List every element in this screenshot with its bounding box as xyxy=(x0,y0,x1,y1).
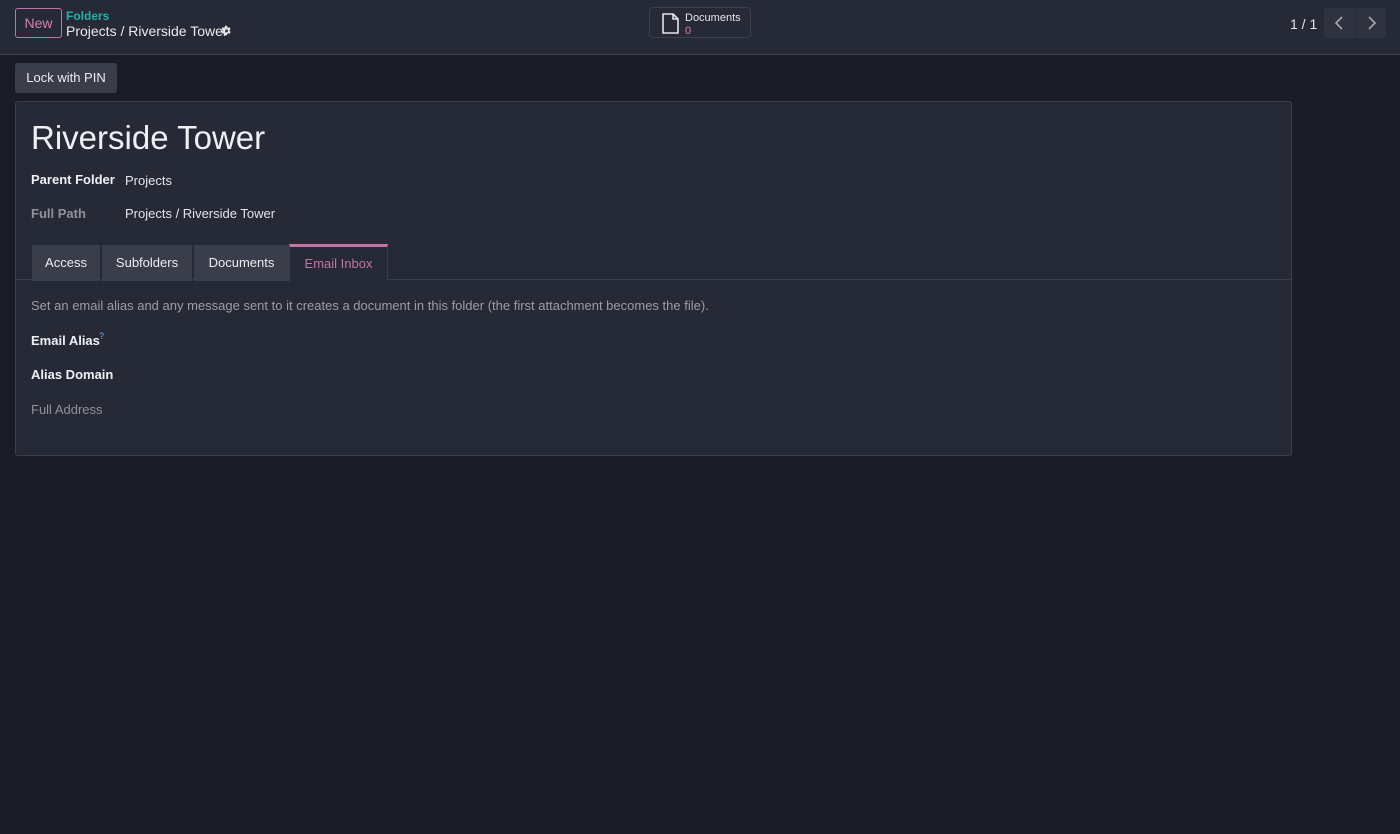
form-sheet: Riverside Tower Parent Folder Projects F… xyxy=(15,101,1292,456)
tab-access[interactable]: Access xyxy=(32,245,100,281)
breadcrumb-folders-link[interactable]: Folders xyxy=(66,9,109,23)
full-path-value: Projects / Riverside Tower xyxy=(125,206,276,221)
smart-button-count: 0 xyxy=(685,25,692,37)
email-alias-label: Email Alias xyxy=(31,333,100,348)
tab-subfolders[interactable]: Subfolders xyxy=(102,245,192,281)
email-inbox-help-text: Set an email alias and any message sent … xyxy=(31,298,709,313)
new-button[interactable]: New xyxy=(15,8,62,38)
parent-folder-field[interactable]: Projects xyxy=(125,173,172,188)
document-icon xyxy=(661,13,680,34)
smart-button-label: Documents xyxy=(685,12,741,24)
tab-email-inbox[interactable]: Email Inbox xyxy=(289,244,388,281)
chevron-left-icon xyxy=(1334,16,1343,30)
email-alias-tooltip[interactable]: ? xyxy=(99,331,104,341)
breadcrumb-current: Projects / Riverside Tower xyxy=(66,23,228,39)
gear-icon[interactable] xyxy=(219,24,232,37)
alias-domain-label: Alias Domain xyxy=(31,367,114,382)
pager-previous-button[interactable] xyxy=(1324,8,1355,38)
full-path-label: Full Path xyxy=(31,206,86,221)
notebook-tabs: Access Subfolders Documents Email Inbox xyxy=(16,244,1291,281)
pager-next-button[interactable] xyxy=(1355,8,1386,38)
parent-folder-label: Parent Folder xyxy=(31,172,115,187)
record-title[interactable]: Riverside Tower xyxy=(31,119,265,157)
pager-value[interactable]: 1 / 1 xyxy=(1290,16,1317,32)
tab-documents[interactable]: Documents xyxy=(194,245,289,281)
control-panel: New Folders Projects / Riverside Tower D… xyxy=(0,0,1400,55)
lock-with-pin-button[interactable]: Lock with PIN xyxy=(15,63,117,93)
chevron-right-icon xyxy=(1368,16,1377,30)
documents-smart-button[interactable]: Documents 0 xyxy=(649,7,751,38)
full-address-label: Full Address xyxy=(31,402,103,417)
